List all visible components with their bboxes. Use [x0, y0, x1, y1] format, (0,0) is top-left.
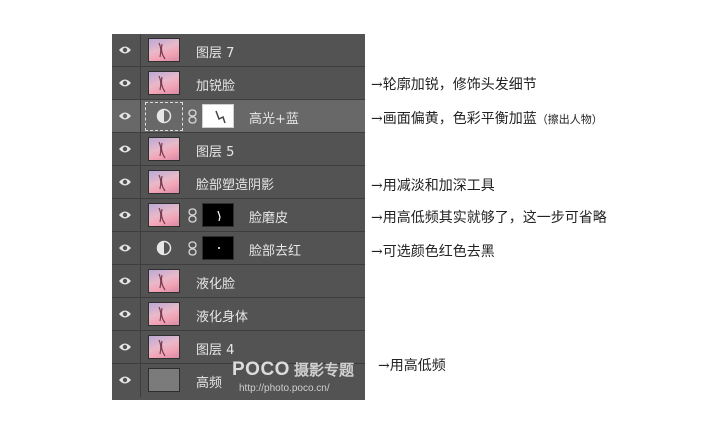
divider	[140, 67, 141, 100]
divider	[140, 34, 141, 67]
annotation-frequency-separation: →用高低频其实就够了，这一步可省略	[371, 210, 607, 226]
divider	[140, 232, 141, 265]
annotation-dodge-burn: →用减淡和加深工具	[371, 178, 495, 194]
annotation-color-balance: →画面偏黄，色彩平衡加蓝（擦出人物）	[371, 108, 603, 128]
layer-row-face-shadow[interactable]: 脸部塑造阴影	[112, 166, 365, 199]
layer-thumbnail[interactable]	[148, 170, 180, 194]
layer-thumbnail[interactable]	[148, 137, 180, 161]
layer-row-skin-smoothing[interactable]: 脸磨皮	[112, 199, 365, 232]
eye-icon[interactable]	[118, 242, 132, 254]
divider	[140, 199, 141, 232]
layer-name[interactable]: 脸部去红	[249, 240, 301, 259]
chain-link-icon[interactable]	[188, 109, 197, 124]
divider	[140, 100, 141, 133]
layer-row-liquify-body[interactable]: 液化身体	[112, 298, 365, 331]
divider	[140, 133, 141, 166]
adjustment-layer-icon[interactable]	[156, 108, 172, 124]
layer-name[interactable]: 液化脸	[196, 273, 235, 292]
eye-icon[interactable]	[118, 176, 132, 188]
annotation-color-balance-main: →画面偏黄，色彩平衡加蓝	[371, 111, 537, 127]
divider	[140, 364, 141, 397]
layer-row-sharpen-face[interactable]: 加锐脸	[112, 67, 365, 100]
layer-thumbnail[interactable]	[148, 269, 180, 293]
layer-name[interactable]: 高频	[196, 372, 222, 391]
layer-row-liquify-face[interactable]: 液化脸	[112, 265, 365, 298]
annotation-high-low-frequency: →用高低频	[378, 358, 446, 374]
layer-thumbnail[interactable]	[148, 335, 180, 359]
eye-icon[interactable]	[118, 374, 132, 386]
chain-link-icon[interactable]	[188, 208, 197, 223]
layer-name[interactable]: 液化身体	[196, 306, 248, 325]
layer-name[interactable]: 图层 5	[196, 141, 234, 160]
layer-thumbnail[interactable]	[148, 368, 180, 392]
layer-row-face-remove-red[interactable]: 脸部去红	[112, 232, 365, 265]
layer-mask-thumbnail[interactable]	[202, 236, 234, 260]
layer-name[interactable]: 高光+蓝	[249, 108, 299, 127]
layer-row-highlight-blue[interactable]: 高光+蓝	[112, 100, 365, 133]
layer-thumbnail[interactable]	[148, 71, 180, 95]
layer-name[interactable]: 加锐脸	[196, 75, 235, 94]
watermark-url: http://photo.poco.cn/	[239, 383, 330, 394]
watermark-brand: POCO	[232, 359, 290, 380]
eye-icon[interactable]	[118, 110, 132, 122]
eye-icon[interactable]	[118, 308, 132, 320]
layer-mask-thumbnail[interactable]	[202, 104, 234, 128]
layer-name[interactable]: 脸部塑造阴影	[196, 174, 274, 193]
layer-row-layer-7[interactable]: 图层 7	[112, 34, 365, 67]
adjustment-layer-icon[interactable]	[156, 240, 172, 256]
layer-row-layer-5[interactable]: 图层 5	[112, 133, 365, 166]
annotation-sharpen: →轮廓加锐，修饰头发细节	[371, 77, 537, 93]
eye-icon[interactable]	[118, 143, 132, 155]
chain-link-icon[interactable]	[188, 241, 197, 256]
divider	[140, 166, 141, 199]
layers-panel: 图层 7 加锐脸 高光+蓝 图层 5 脸部塑造阴影 脸磨皮 脸部去红 液化脸 液…	[112, 34, 365, 400]
layer-name[interactable]: 图层 4	[196, 339, 234, 358]
eye-icon[interactable]	[118, 341, 132, 353]
divider	[140, 298, 141, 331]
layer-name[interactable]: 脸磨皮	[249, 207, 288, 226]
annotation-selective-color: →可选颜色红色去黑	[371, 244, 495, 260]
layer-name[interactable]: 图层 7	[196, 42, 234, 61]
eye-icon[interactable]	[118, 44, 132, 56]
layer-thumbnail[interactable]	[148, 302, 180, 326]
divider	[140, 265, 141, 298]
watermark: POCO 摄影专题	[232, 359, 354, 381]
eye-icon[interactable]	[118, 209, 132, 221]
layer-thumbnail[interactable]	[148, 38, 180, 62]
divider	[140, 331, 141, 364]
eye-icon[interactable]	[118, 77, 132, 89]
watermark-title: 摄影专题	[293, 361, 354, 379]
layer-mask-thumbnail[interactable]	[202, 203, 234, 227]
layer-thumbnail[interactable]	[148, 203, 180, 227]
eye-icon[interactable]	[118, 275, 132, 287]
annotation-color-balance-note: （擦出人物）	[536, 113, 603, 126]
